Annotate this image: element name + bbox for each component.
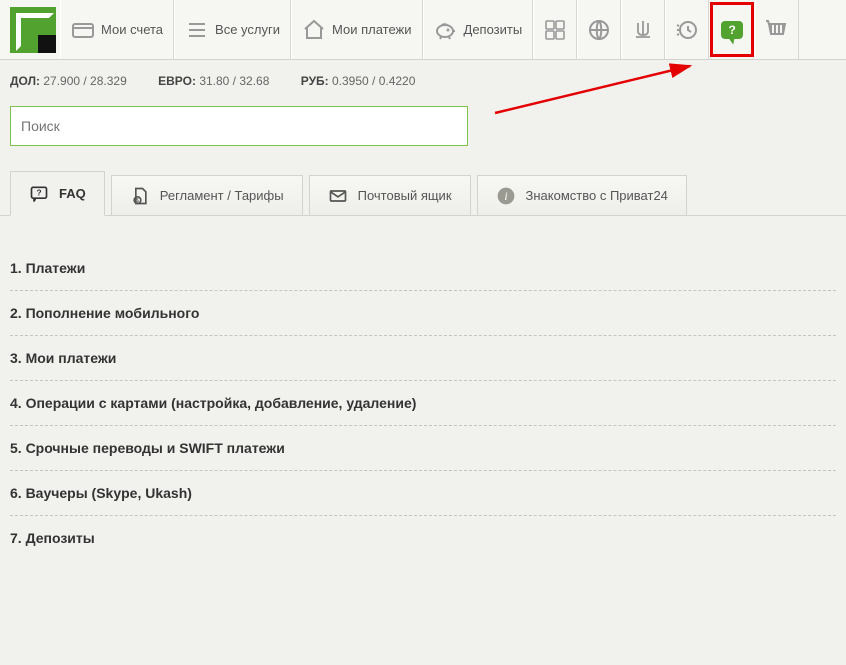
tab-tariffs[interactable]: $ Регламент / Тарифы <box>111 175 303 215</box>
list-icon <box>185 18 209 42</box>
top-nav: Мои счета Все услуги Мои платежи Депозит… <box>0 0 846 60</box>
faq-item[interactable]: 5. Срочные переводы и SWIFT платежи <box>10 426 836 471</box>
svg-text:$: $ <box>136 197 139 203</box>
mail-icon <box>328 186 348 206</box>
cart-icon <box>765 18 789 42</box>
doc-money-icon: $ <box>130 186 150 206</box>
nav-services[interactable]: Все услуги <box>174 0 291 59</box>
faq-item[interactable]: 3. Мои платежи <box>10 336 836 381</box>
nav-label: Мои платежи <box>332 22 412 37</box>
nav-globe[interactable] <box>577 0 621 59</box>
tab-mailbox[interactable]: Почтовый ящик <box>309 175 471 215</box>
nav-label: Депозиты <box>464 22 523 37</box>
tab-intro[interactable]: i Знакомство с Приват24 <box>477 175 687 215</box>
tab-label: Знакомство с Приват24 <box>526 188 668 203</box>
faq-icon: ? <box>29 184 49 204</box>
piggy-icon <box>434 18 458 42</box>
search-input[interactable] <box>10 106 468 146</box>
nav-label: Все услуги <box>215 22 280 37</box>
transport-icon <box>543 18 567 42</box>
nav-tickets[interactable] <box>533 0 577 59</box>
nav-help[interactable]: ? <box>710 2 754 57</box>
tab-label: Регламент / Тарифы <box>160 188 284 203</box>
nav-label: Мои счета <box>101 22 163 37</box>
nav-gov[interactable] <box>621 0 665 59</box>
svg-text:i: i <box>504 190 507 203</box>
svg-text:?: ? <box>36 187 41 197</box>
faq-item[interactable]: 1. Платежи <box>10 246 836 291</box>
nav-accounts[interactable]: Мои счета <box>60 0 174 59</box>
tab-faq[interactable]: ? FAQ <box>10 171 105 216</box>
nav-payments[interactable]: Мои платежи <box>291 0 423 59</box>
faq-item[interactable]: 4. Операции с картами (настройка, добавл… <box>10 381 836 426</box>
card-icon <box>71 18 95 42</box>
home-icon <box>302 18 326 42</box>
clock-history-icon <box>675 18 699 42</box>
nav-deposits[interactable]: Депозиты <box>423 0 534 59</box>
faq-item[interactable]: 7. Депозиты <box>10 516 836 560</box>
currency-rates: ДОЛ: 27.900 / 28.329 ЕВРО: 31.80 / 32.68… <box>0 60 846 106</box>
search-wrap <box>0 106 846 170</box>
faq-item[interactable]: 2. Пополнение мобильного <box>10 291 836 336</box>
nav-cart[interactable] <box>755 0 799 59</box>
globe-icon <box>587 18 611 42</box>
faq-item[interactable]: 6. Ваучеры (Skype, Ukash) <box>10 471 836 516</box>
tab-label: FAQ <box>59 186 86 201</box>
tab-label: Почтовый ящик <box>358 188 452 203</box>
tabs: ? FAQ $ Регламент / Тарифы Почтовый ящик… <box>0 170 846 216</box>
faq-list: 1. Платежи 2. Пополнение мобильного 3. М… <box>0 216 846 570</box>
bank-logo <box>10 7 56 53</box>
help-bubble-icon: ? <box>721 21 743 39</box>
nav-history[interactable] <box>665 0 709 59</box>
trident-icon <box>631 18 655 42</box>
info-icon: i <box>496 186 516 206</box>
